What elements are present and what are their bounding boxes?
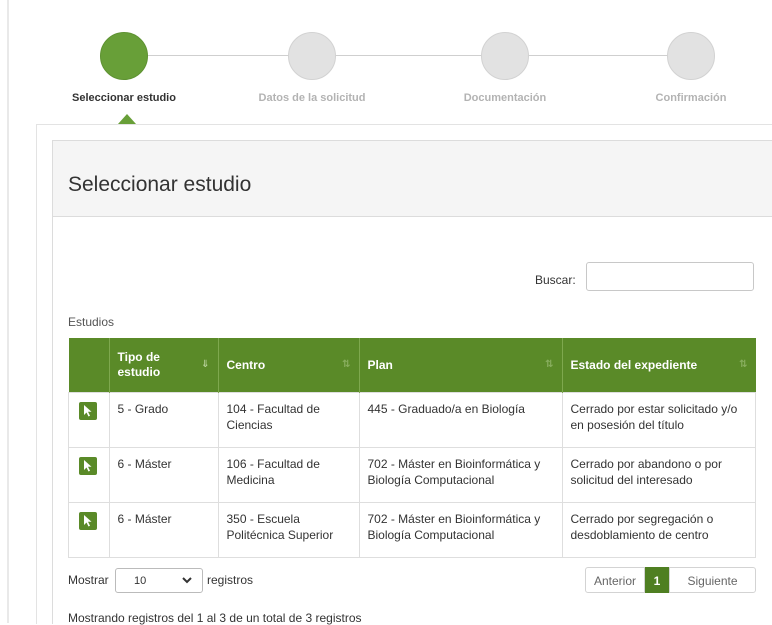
- select-cell: [68, 447, 110, 503]
- step-label: Documentación: [463, 92, 547, 104]
- cell-estado: Cerrado por abandono o por solicitud del…: [561, 447, 756, 503]
- cell-plan: 702 - Máster en Bioinformática y Biologí…: [358, 502, 563, 558]
- step-label: Datos de la solicitud: [258, 92, 366, 104]
- col-header-tipo[interactable]: Tipo de estudio ⇓: [109, 338, 219, 393]
- sort-icon: ⇅: [545, 359, 554, 370]
- next-page-button[interactable]: Siguiente: [669, 567, 756, 593]
- chevron-down-icon: [182, 577, 192, 584]
- cell-estado: Cerrado por estar solicitado y/o en pose…: [561, 392, 756, 448]
- registros-label: registros: [207, 573, 254, 587]
- col-header-centro[interactable]: Centro ⇅: [218, 338, 360, 393]
- col-header-label: Tipo de estudio: [117, 350, 161, 379]
- col-header-label: Centro: [226, 358, 266, 372]
- step-confirmacion[interactable]: Confirmación: [611, 32, 771, 104]
- select-row-button[interactable]: [79, 457, 97, 475]
- page-title: Seleccionar estudio: [68, 173, 252, 196]
- col-header-plan[interactable]: Plan ⇅: [359, 338, 563, 393]
- step-circle: [667, 32, 715, 80]
- cursor-pointer-icon: [84, 405, 92, 417]
- table-row: 6 - Máster 106 - Facultad de Medicina 70…: [68, 447, 756, 503]
- cursor-pointer-icon: [84, 515, 92, 527]
- col-header-label: Plan: [367, 358, 393, 372]
- cell-tipo: 6 - Máster: [108, 447, 219, 503]
- sort-icon: ⇅: [342, 359, 351, 370]
- cursor-pointer-icon: [84, 460, 92, 472]
- search-input[interactable]: [586, 262, 754, 291]
- table-caption: Estudios: [68, 315, 115, 329]
- cell-estado: Cerrado por segregación o desdoblamiento…: [561, 502, 756, 558]
- sort-icon: ⇅: [739, 359, 748, 370]
- active-step-pointer: [118, 114, 136, 124]
- step-label: Confirmación: [655, 92, 727, 104]
- previous-page-button[interactable]: Anterior: [585, 567, 645, 593]
- sort-icon: ⇓: [201, 359, 210, 370]
- select-cell: [68, 392, 110, 448]
- step-circle-active: [100, 32, 148, 80]
- col-header-label: Estado del expediente: [570, 358, 698, 372]
- page-1-button[interactable]: 1: [645, 567, 669, 593]
- panel-heading: Seleccionar estudio: [53, 141, 772, 217]
- col-header-estado[interactable]: Estado del expediente ⇅: [562, 338, 756, 393]
- cell-centro: 104 - Facultad de Ciencias: [217, 392, 360, 448]
- step-documentacion[interactable]: Documentación: [425, 32, 585, 104]
- show-label: Mostrar: [68, 573, 109, 587]
- step-datos-solicitud[interactable]: Datos de la solicitud: [232, 32, 392, 104]
- step-circle: [288, 32, 336, 80]
- cell-centro: 106 - Facultad de Medicina: [217, 447, 360, 503]
- wizard-stepper: Seleccionar estudio Datos de la solicitu…: [0, 0, 772, 125]
- select-cell: [68, 502, 110, 558]
- cell-tipo: 6 - Máster: [108, 502, 219, 558]
- search-label: Buscar:: [535, 273, 576, 287]
- table-row: 5 - Grado 104 - Facultad de Ciencias 445…: [68, 392, 756, 448]
- cell-plan: 445 - Graduado/a en Biología: [358, 392, 563, 448]
- col-header-select: [68, 338, 110, 393]
- select-row-button[interactable]: [79, 512, 97, 530]
- cell-plan: 702 - Máster en Bioinformática y Biologí…: [358, 447, 563, 503]
- step-circle: [481, 32, 529, 80]
- step-label: Seleccionar estudio: [72, 92, 176, 104]
- cell-centro: 350 - Escuela Politécnica Superior: [217, 502, 360, 558]
- pagination: Anterior 1 Siguiente: [585, 567, 756, 593]
- table-row: 6 - Máster 350 - Escuela Politécnica Sup…: [68, 502, 756, 558]
- select-row-button[interactable]: [79, 402, 97, 420]
- step-seleccionar-estudio[interactable]: Seleccionar estudio: [44, 32, 204, 104]
- page-size-value: 10: [134, 575, 147, 587]
- cell-tipo: 5 - Grado: [108, 392, 219, 448]
- page-size-select[interactable]: 10: [115, 568, 203, 593]
- studies-table: Tipo de estudio ⇓ Centro ⇅ Plan ⇅ Estado…: [68, 338, 756, 558]
- table-header-row: Tipo de estudio ⇓ Centro ⇅ Plan ⇅ Estado…: [68, 338, 756, 393]
